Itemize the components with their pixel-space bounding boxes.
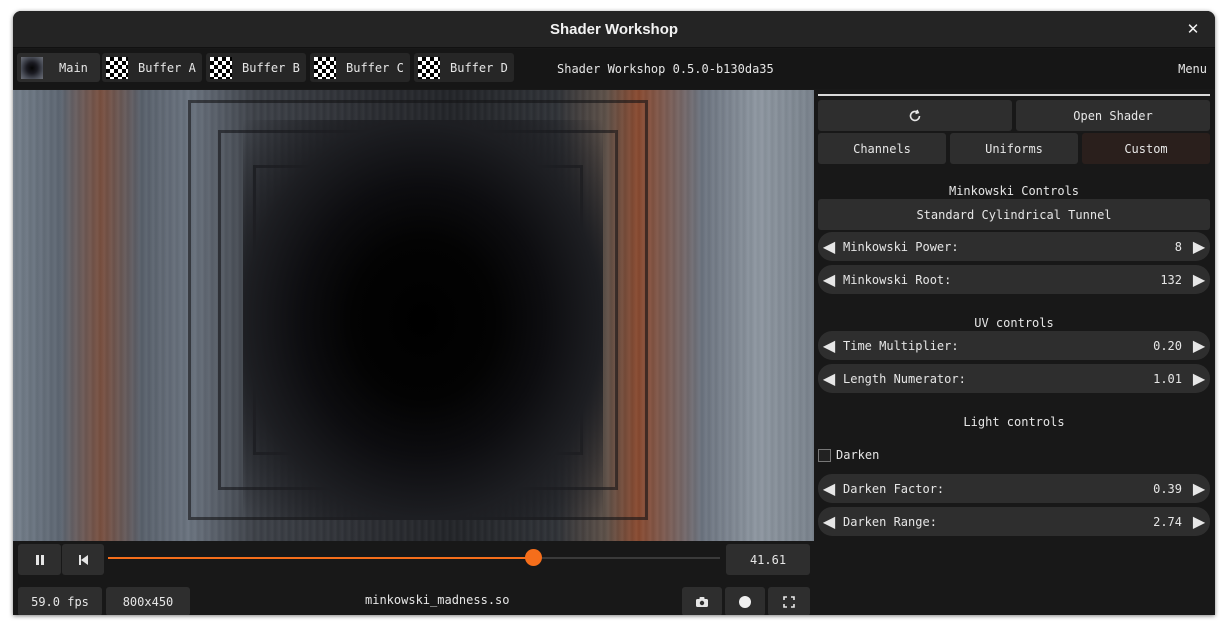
darken-option[interactable]: Darken	[818, 448, 879, 462]
increment-arrow-icon[interactable]: ▶	[1188, 270, 1210, 289]
reload-button[interactable]	[818, 100, 1012, 131]
decrement-arrow-icon[interactable]: ◀	[818, 479, 840, 498]
record-button[interactable]	[725, 587, 765, 615]
tab-custom[interactable]: Custom	[1082, 133, 1210, 164]
app-window: Shader Workshop ✕ Main Buffer A Buffer B…	[13, 11, 1215, 615]
minkowski-power-stepper[interactable]: ◀ Minkowski Power: 8 ▶	[818, 232, 1210, 261]
stepper-value: 0.39	[1153, 481, 1182, 496]
shader-filename: minkowski_madness.so	[365, 593, 510, 607]
increment-arrow-icon[interactable]: ▶	[1188, 512, 1210, 531]
resolution-display: 800x450	[106, 587, 190, 615]
tunnel-thumbnail-icon	[21, 56, 43, 79]
decrement-arrow-icon[interactable]: ◀	[818, 237, 840, 256]
checker-thumbnail-icon	[210, 56, 232, 79]
decrement-arrow-icon[interactable]: ◀	[818, 512, 840, 531]
tunnel-core	[243, 120, 603, 520]
stepper-label: Minkowski Root:	[843, 272, 952, 287]
tab-main[interactable]: Main	[17, 53, 100, 82]
stepper-label: Minkowski Power:	[843, 239, 959, 254]
tab-buffer-c[interactable]: Buffer C	[310, 53, 410, 82]
stepper-label: Darken Range:	[843, 514, 937, 529]
panel-divider	[818, 94, 1210, 96]
preset-button[interactable]: Standard Cylindrical Tunnel	[818, 199, 1210, 230]
playback-controls: 41.61 59.0 fps 800x450 minkowski_madness…	[13, 541, 814, 615]
minkowski-heading: Minkowski Controls	[948, 184, 1080, 198]
checker-thumbnail-icon	[106, 56, 128, 79]
pause-icon	[35, 554, 44, 565]
stepper-label: Darken Factor:	[843, 481, 945, 496]
pause-button[interactable]	[18, 544, 61, 575]
close-icon[interactable]: ✕	[1183, 19, 1203, 39]
timeline-handle[interactable]	[525, 549, 543, 566]
stepper-value: 2.74	[1153, 514, 1182, 529]
tab-label: Buffer C	[346, 60, 404, 75]
darken-range-stepper[interactable]: ◀ Darken Range: 2.74 ▶	[818, 507, 1210, 536]
record-icon	[739, 595, 751, 608]
stepper-value: 0.20	[1153, 338, 1182, 353]
restart-button[interactable]	[62, 544, 104, 575]
minkowski-root-stepper[interactable]: ◀ Minkowski Root: 132 ▶	[818, 265, 1210, 294]
stepper-value: 8	[1174, 239, 1182, 254]
stepper-label: Length Numerator:	[843, 371, 966, 386]
increment-arrow-icon[interactable]: ▶	[1188, 336, 1210, 355]
increment-arrow-icon[interactable]: ▶	[1188, 369, 1210, 388]
tab-uniforms[interactable]: Uniforms	[950, 133, 1078, 164]
shader-viewport[interactable]	[13, 90, 814, 541]
increment-arrow-icon[interactable]: ▶	[1188, 479, 1210, 498]
skip-to-start-icon	[79, 554, 88, 565]
reload-icon	[909, 109, 921, 121]
decrement-arrow-icon[interactable]: ◀	[818, 270, 840, 289]
uv-heading: UV controls	[974, 316, 1054, 330]
tab-buffer-b[interactable]: Buffer B	[206, 53, 306, 82]
time-display: 41.61	[726, 544, 810, 575]
increment-arrow-icon[interactable]: ▶	[1188, 237, 1210, 256]
menu-button[interactable]: Menu	[1178, 62, 1207, 76]
timeline-slider[interactable]	[108, 549, 720, 566]
checker-thumbnail-icon	[418, 56, 440, 79]
darken-checkbox[interactable]	[818, 448, 831, 462]
title-bar: Shader Workshop ✕	[13, 11, 1215, 48]
open-shader-button[interactable]: Open Shader	[1016, 100, 1210, 131]
screenshot-button[interactable]	[682, 587, 722, 615]
light-heading: Light controls	[963, 415, 1065, 429]
fullscreen-button[interactable]	[768, 587, 810, 615]
stepper-value: 1.01	[1153, 371, 1182, 386]
stepper-label: Time Multiplier:	[843, 338, 959, 353]
window-title: Shader Workshop	[549, 20, 679, 38]
time-multiplier-stepper[interactable]: ◀ Time Multiplier: 0.20 ▶	[818, 331, 1210, 360]
tab-label: Buffer B	[242, 60, 300, 75]
tab-label: Main	[59, 60, 88, 75]
stepper-value: 132	[1160, 272, 1182, 287]
tab-buffer-a[interactable]: Buffer A	[102, 53, 202, 82]
tab-buffer-d[interactable]: Buffer D	[414, 53, 514, 82]
camera-icon	[696, 596, 708, 607]
fullscreen-icon	[783, 595, 795, 608]
decrement-arrow-icon[interactable]: ◀	[818, 369, 840, 388]
fps-display: 59.0 fps	[18, 587, 102, 615]
toolbar: Main Buffer A Buffer B Buffer C Buffer D…	[13, 49, 1215, 89]
length-numerator-stepper[interactable]: ◀ Length Numerator: 1.01 ▶	[818, 364, 1210, 393]
timeline-progress	[108, 557, 534, 559]
version-label: Shader Workshop 0.5.0-b130da35	[557, 62, 774, 76]
tab-label: Buffer D	[450, 60, 508, 75]
tab-label: Buffer A	[138, 60, 196, 75]
tab-channels[interactable]: Channels	[818, 133, 946, 164]
checker-thumbnail-icon	[314, 56, 336, 79]
darken-label: Darken	[836, 448, 880, 462]
darken-factor-stepper[interactable]: ◀ Darken Factor: 0.39 ▶	[818, 474, 1210, 503]
decrement-arrow-icon[interactable]: ◀	[818, 336, 840, 355]
control-panel: Open Shader Channels Uniforms Custom Min…	[818, 90, 1215, 615]
